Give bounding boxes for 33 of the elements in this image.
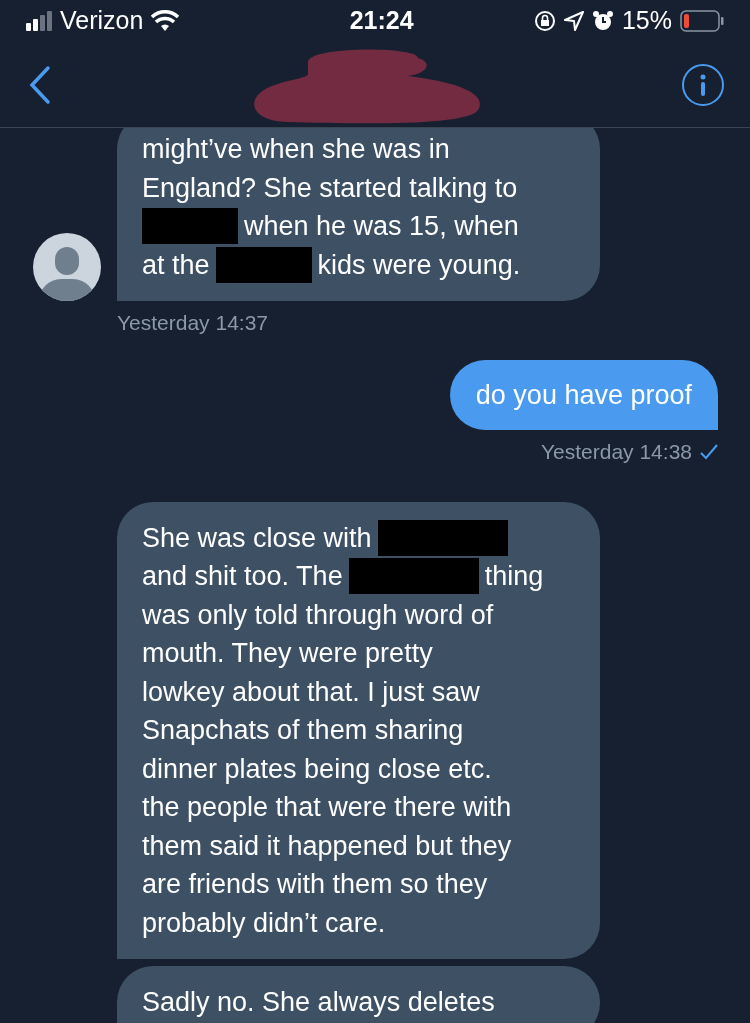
message-text: dinner plates being close etc. — [142, 752, 492, 786]
message-text: kids were young. — [317, 248, 521, 282]
info-icon — [700, 73, 706, 96]
message-text: Sadly no. She always deletes — [142, 986, 495, 1019]
message-text: at the — [142, 248, 210, 282]
battery-percentage: 15% — [621, 5, 672, 37]
message-text: England? She started talking to — [142, 171, 518, 205]
clock-time: 21:24 — [349, 5, 414, 37]
signal-icon — [26, 11, 52, 31]
message-text: and shit too. The — [142, 560, 343, 593]
message-text: do you have proof — [475, 378, 692, 412]
message-text: Snapchats of them sharing — [142, 714, 464, 747]
message-text: the people that were there with — [142, 791, 512, 824]
wifi-icon — [151, 10, 180, 32]
message-text: might’ve when she was in — [142, 133, 450, 166]
message-timestamp: Yesterday 14:38 — [541, 439, 692, 465]
message-text: when he was 15, when — [244, 210, 519, 243]
rotation-lock-icon — [533, 10, 556, 32]
battery-icon — [680, 10, 724, 32]
info-button[interactable] — [682, 63, 724, 106]
location-arrow-icon — [563, 11, 584, 31]
message-text: thing — [484, 560, 544, 593]
carrier-name: Verizon — [60, 5, 144, 37]
message-text: was only told through word of — [142, 598, 494, 632]
alarm-clock-icon — [591, 10, 614, 32]
message-timestamp: Yesterday 14:37 — [117, 310, 268, 336]
message-text: mouth. They were pretty — [142, 637, 433, 670]
message-text: them said it happened but they — [142, 829, 512, 863]
message-text: She was close with — [142, 521, 372, 555]
message-text: probably didn’t care. — [142, 906, 386, 940]
back-chevron-icon — [28, 64, 52, 105]
message-text: are friends with them so they — [142, 868, 488, 901]
message-text: lowkey about that. I just saw — [142, 675, 480, 709]
